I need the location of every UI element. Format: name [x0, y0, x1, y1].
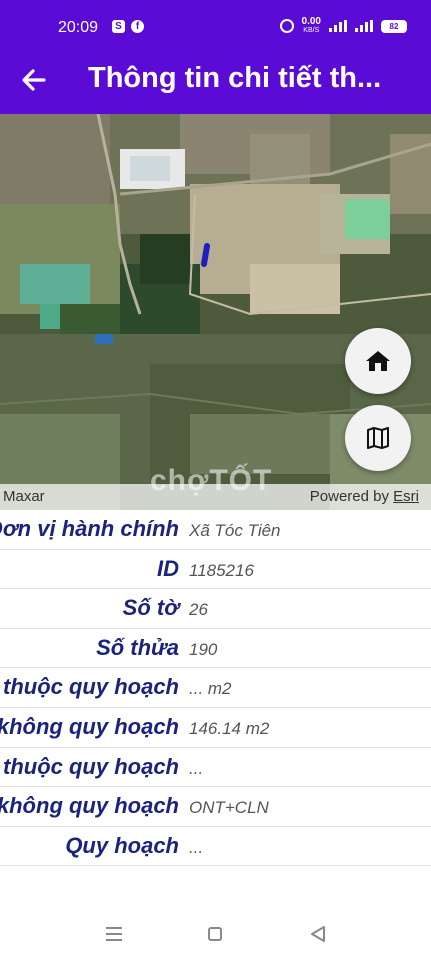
- back-triangle-icon[interactable]: [310, 926, 326, 942]
- app-bar: Thông tin chi tiết th...: [0, 44, 431, 114]
- home-icon: [366, 351, 390, 371]
- map-icon: [367, 427, 389, 449]
- detail-label: Số tờ: [122, 595, 179, 621]
- detail-row: Số tờ 26: [0, 589, 431, 629]
- status-indicators: 0.00 KB/S 82: [279, 16, 407, 35]
- detail-row: ID 1185216: [0, 550, 431, 590]
- map-attribution: Maxar Powered by Esri: [0, 484, 431, 510]
- detail-value: 146.14 m2: [189, 718, 270, 738]
- battery-icon: 82: [381, 19, 407, 33]
- detail-row: Quy hoạch ...: [0, 827, 431, 867]
- attribution-provider: Maxar: [3, 488, 45, 505]
- net-speed: 0.00 KB/S: [301, 16, 321, 35]
- detail-value: 190: [189, 639, 218, 659]
- detail-label: Số thửa: [96, 634, 179, 660]
- page-title: Thông tin chi tiết th...: [88, 62, 382, 94]
- status-bar: 20:09 S f 0.00 KB/S 82: [0, 0, 431, 44]
- system-nav-bar: [0, 900, 431, 960]
- detail-value: ... m2: [189, 679, 232, 699]
- parcel-details: Đơn vị hành chính Xã Tóc Tiên ID 1185216…: [0, 510, 431, 867]
- detail-value: 1185216: [189, 560, 254, 580]
- back-button[interactable]: [18, 64, 50, 96]
- home-location-button[interactable]: [345, 328, 411, 394]
- arrow-left-icon: [22, 69, 46, 91]
- esri-link[interactable]: Esri: [393, 488, 419, 505]
- menu-icon[interactable]: [106, 927, 122, 941]
- parcel-marker: [201, 243, 210, 267]
- satellite-map[interactable]: chợTỐT Maxar Powered by Esri: [0, 114, 431, 510]
- detail-label: ID: [157, 555, 179, 581]
- detail-value: ONT+CLN: [189, 798, 269, 818]
- detail-value: ...: [189, 837, 204, 857]
- detail-value: Xã Tóc Tiên: [189, 521, 281, 540]
- detail-label: Loại đất không quy hoạch: [0, 793, 179, 819]
- detail-label: Diện tích không quy hoạch: [0, 713, 179, 739]
- detail-label: Loại đất thuộc quy hoạch: [0, 753, 179, 779]
- home-square-icon[interactable]: [208, 927, 222, 941]
- map-layer-button[interactable]: [345, 405, 411, 471]
- detail-value: 26: [189, 600, 208, 620]
- detail-row: Diện tích thuộc quy hoạch ... m2: [0, 668, 431, 708]
- s-icon: S: [112, 20, 125, 33]
- signal-icon-2: [355, 20, 373, 32]
- alarm-icon: [279, 19, 294, 33]
- facebook-icon: f: [131, 20, 144, 33]
- detail-value: ...: [189, 758, 204, 778]
- attribution-powered-by: Powered by Esri: [309, 488, 419, 505]
- detail-label: Quy hoạch: [65, 832, 179, 858]
- status-time: 20:09: [58, 19, 99, 36]
- detail-label: Diện tích thuộc quy hoạch: [0, 674, 179, 700]
- detail-row: Loại đất không quy hoạch ONT+CLN: [0, 787, 431, 827]
- signal-icon: [329, 20, 347, 32]
- detail-row: Loại đất thuộc quy hoạch ...: [0, 748, 431, 788]
- detail-label: Đơn vị hành chính: [0, 516, 179, 541]
- notification-icons: S f: [112, 20, 144, 33]
- detail-row: Số thửa 190: [0, 629, 431, 669]
- detail-row: Đơn vị hành chính Xã Tóc Tiên: [0, 510, 431, 550]
- detail-row: Diện tích không quy hoạch 146.14 m2: [0, 708, 431, 748]
